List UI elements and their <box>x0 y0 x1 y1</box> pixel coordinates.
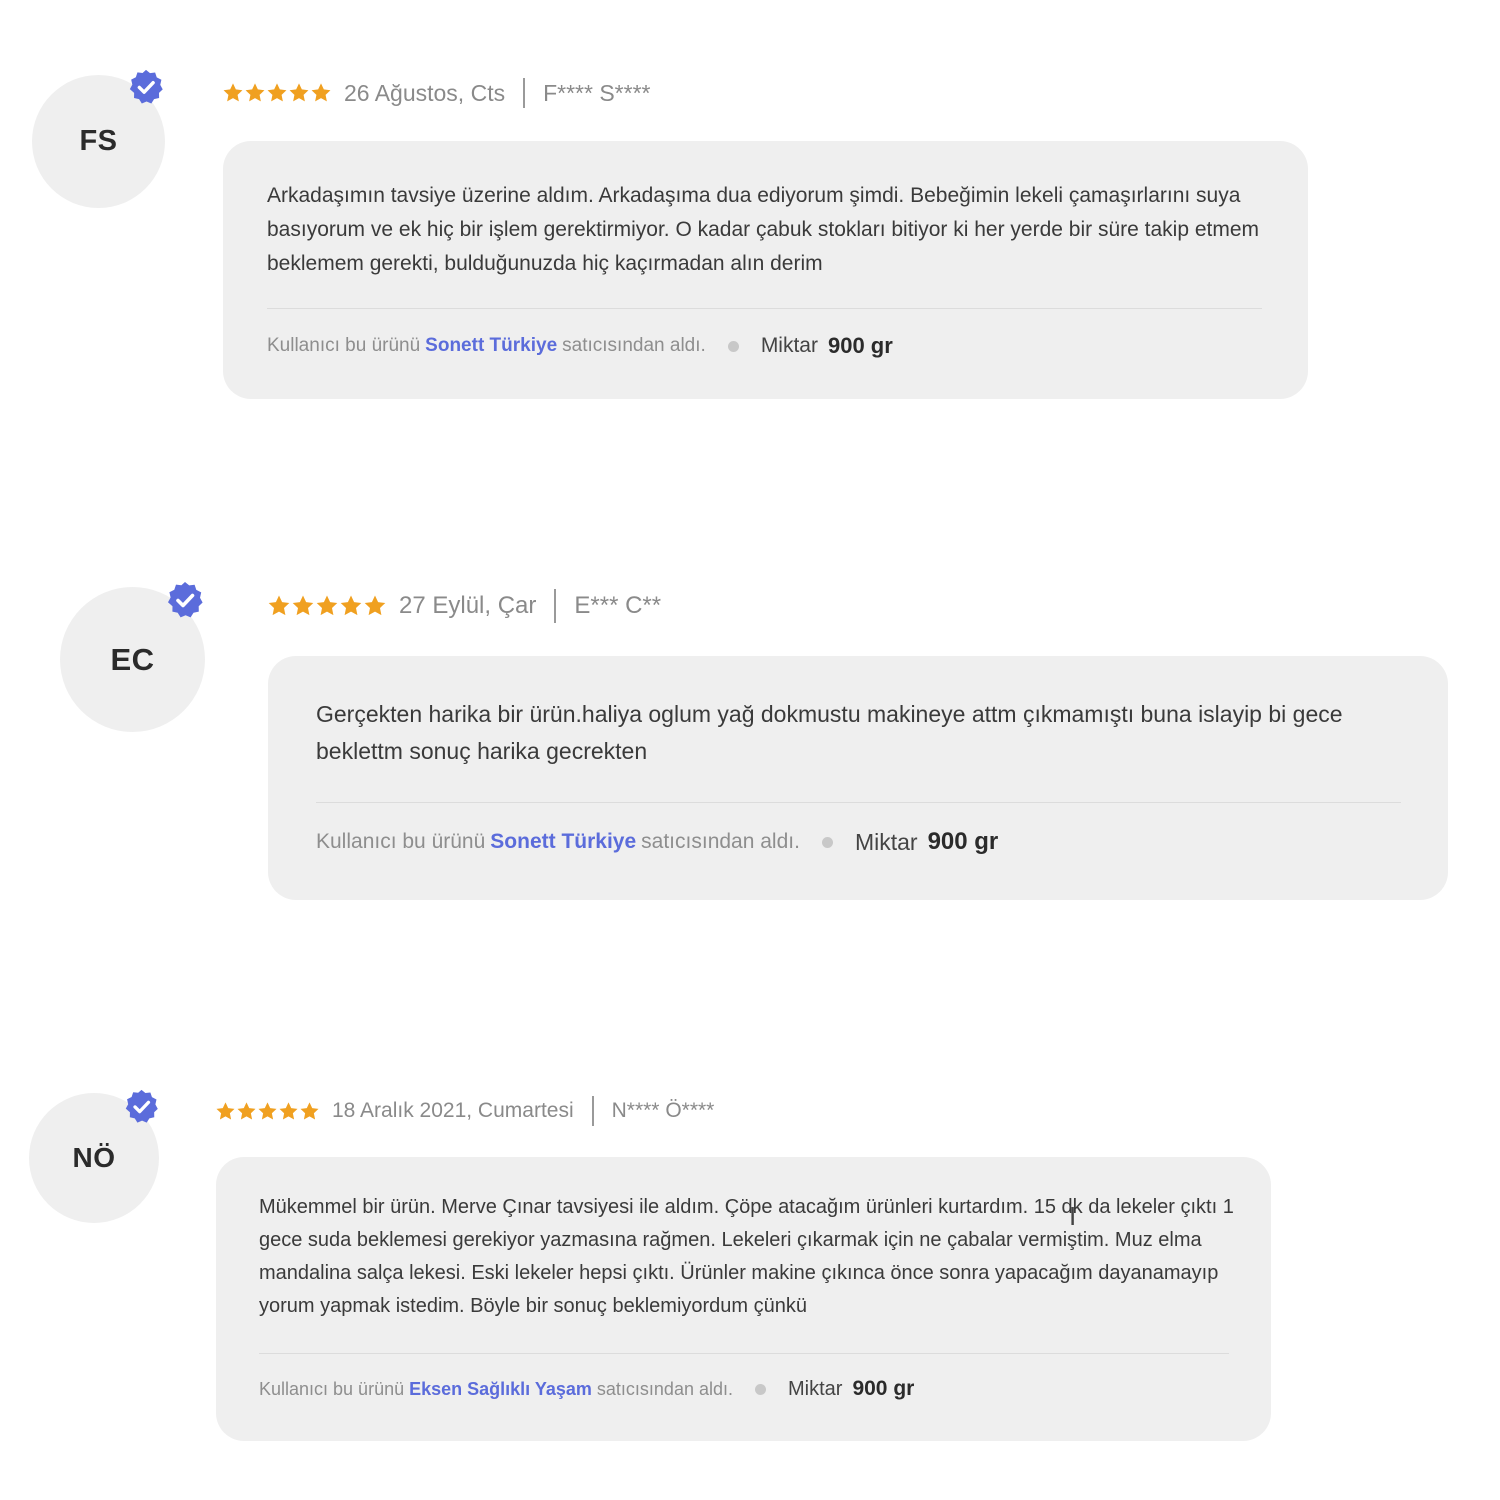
star-icon <box>258 1101 277 1119</box>
quantity-value: 900 gr <box>927 828 999 855</box>
footer-suffix: satıcısından aldı. <box>562 335 706 356</box>
footer-prefix: Kullanıcı bu ürünü <box>259 1378 405 1399</box>
footer-suffix: satıcısından aldı. <box>596 1378 733 1399</box>
quantity-label: Miktar <box>854 828 918 855</box>
seller-link[interactable]: Eksen Sağlıklı Yaşam <box>409 1379 592 1400</box>
seller-link[interactable]: Sonett Türkiye <box>425 335 557 357</box>
review-date: 26 Ağustos, Cts <box>344 79 506 106</box>
verified-check-icon <box>123 1088 160 1125</box>
quantity-label: Miktar <box>788 1377 843 1400</box>
review-date: 18 Aralık 2021, Cumartesi <box>332 1099 574 1122</box>
star-icon <box>267 83 287 102</box>
footer-suffix: satıcısından aldı. <box>641 830 800 853</box>
text-cursor-icon: I <box>1069 1201 1077 1231</box>
review-footer: Kullanıcı bu ürünü Sonett Türkiye satıcı… <box>316 823 998 861</box>
review-card: Gerçekten harika bir ürün.haliya oglum y… <box>268 656 1448 900</box>
separator-dot <box>727 340 739 352</box>
avatar-initials: EC <box>110 641 155 677</box>
star-icon <box>289 83 309 102</box>
separator-dot <box>821 836 833 848</box>
card-divider <box>259 1353 1229 1354</box>
review-text: Gerçekten harika bir ürün.haliya oglum y… <box>316 701 1343 764</box>
review-author: N**** Ö**** <box>611 1099 715 1122</box>
star-icon <box>237 1101 256 1119</box>
star-icon <box>364 595 386 616</box>
review-header: 18 Aralık 2021, Cumartesi N**** Ö**** <box>215 1092 714 1130</box>
star-icon <box>340 595 362 616</box>
star-rating <box>222 82 332 104</box>
review-date: 27 Eylül, Çar <box>399 592 537 619</box>
review-footer: Kullanıcı bu ürünü Sonett Türkiye satıcı… <box>267 329 893 363</box>
divider <box>523 78 526 108</box>
review-item: NÖ 18 Aralık 2021, Cumartesi N**** Ö****… <box>0 0 1500 1441</box>
avatar-initials: NÖ <box>72 1142 116 1173</box>
review-footer: Kullanıcı bu ürünü Eksen Sağlıklı Yaşam … <box>259 1372 914 1406</box>
review-card: Mükemmel bir ürün. Merve Çınar tavsiyesi… <box>216 1157 1271 1441</box>
separator-dot <box>755 1383 766 1395</box>
review-author: F**** S**** <box>543 79 651 106</box>
star-rating <box>267 594 387 618</box>
review-text: Arkadaşımın tavsiye üzerine aldım. Arkad… <box>267 184 1260 275</box>
review-text: Mükemmel bir ürün. Merve Çınar tavsiyesi… <box>259 1196 1234 1317</box>
review-item: FS 26 Ağustos, Cts F**** S**** Arkadaşım… <box>0 0 1500 440</box>
star-icon <box>311 83 331 102</box>
card-divider <box>267 308 1262 309</box>
footer-prefix: Kullanıcı bu ürünü <box>267 335 421 356</box>
star-icon <box>316 595 338 616</box>
review-header: 27 Eylül, Çar E*** C** <box>267 586 661 626</box>
star-icon <box>292 595 314 616</box>
footer-prefix: Kullanıcı bu ürünü <box>316 830 486 853</box>
avatar-initials: FS <box>79 125 118 157</box>
star-rating <box>215 1101 320 1122</box>
quantity-value: 900 gr <box>852 1377 915 1400</box>
star-icon <box>223 83 243 102</box>
star-icon <box>245 83 265 102</box>
review-header: 26 Ağustos, Cts F**** S**** <box>222 74 650 112</box>
quantity-value: 900 gr <box>827 333 893 358</box>
seller-link[interactable]: Sonett Türkiye <box>490 830 636 854</box>
star-icon <box>300 1101 319 1119</box>
divider <box>591 1096 594 1126</box>
card-divider <box>316 802 1401 803</box>
star-icon <box>268 595 290 616</box>
star-icon <box>216 1101 235 1119</box>
verified-check-icon <box>165 580 205 620</box>
review-author: E*** C** <box>574 592 662 619</box>
review-card: Arkadaşımın tavsiye üzerine aldım. Arkad… <box>223 141 1308 399</box>
star-icon <box>279 1101 298 1119</box>
quantity-label: Miktar <box>760 334 818 357</box>
divider <box>554 589 557 623</box>
verified-check-icon <box>127 68 165 106</box>
